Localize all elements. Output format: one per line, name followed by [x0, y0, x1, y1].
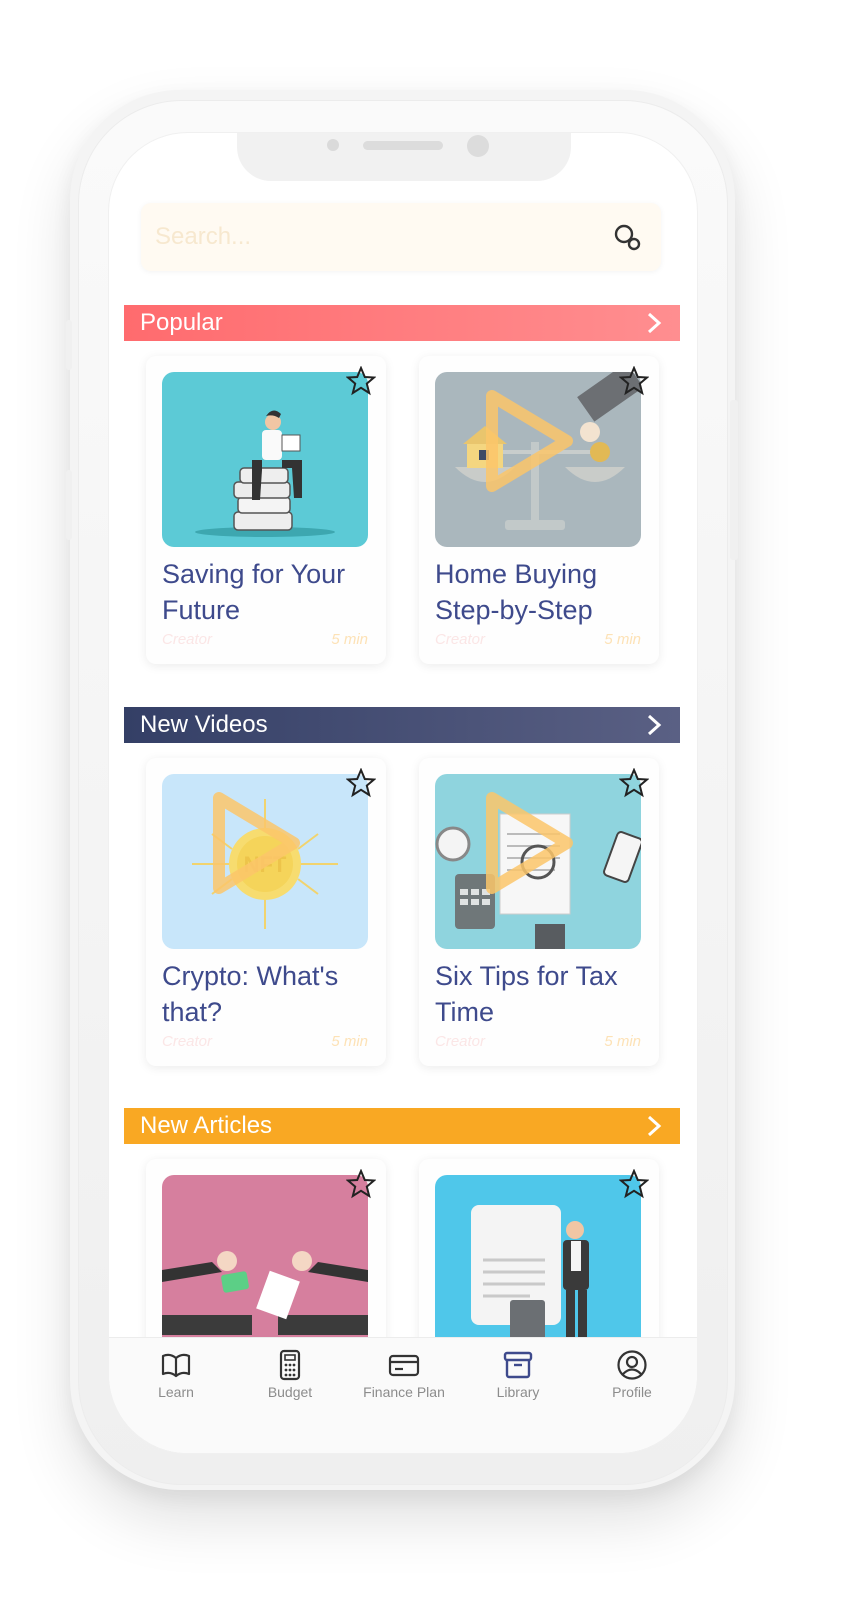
calculator-icon [279, 1349, 301, 1381]
tab-label: Learn [158, 1384, 194, 1400]
card-thumbnail [162, 1175, 368, 1350]
search-input[interactable] [155, 218, 585, 256]
businessman-document-illustration [471, 1205, 589, 1345]
card-exchange-illustration [162, 1251, 368, 1335]
section-title: New Videos [140, 711, 268, 738]
tab-label: Library [496, 1384, 540, 1400]
tab-label: Budget [267, 1384, 313, 1400]
play-icon[interactable] [194, 788, 304, 898]
star-icon[interactable] [619, 768, 649, 798]
section-header-new-articles[interactable]: New Articles [124, 1108, 680, 1144]
card-title: Six Tips for Tax Time [435, 961, 618, 1027]
play-icon[interactable] [467, 386, 577, 496]
card-title: Saving for Your Future [162, 559, 346, 625]
power-button [730, 400, 738, 560]
front-camera [467, 135, 489, 157]
speaker [363, 141, 443, 150]
section-header-new-videos[interactable]: New Videos [124, 707, 680, 743]
card-thumbnail [435, 1175, 641, 1350]
section-title: Popular [140, 309, 223, 336]
card-title: Home Buying Step-by-Step [435, 559, 598, 625]
tab-label: Profile [612, 1384, 652, 1400]
card-creator: Creator [435, 631, 486, 648]
tab-finance-plan[interactable]: Finance Plan [347, 1338, 461, 1453]
card-thumbnail [162, 372, 368, 547]
user-circle-icon [617, 1350, 647, 1380]
archive-box-icon [503, 1351, 533, 1379]
section-header-popular[interactable]: Popular [124, 305, 680, 341]
content-card[interactable]: Six Tips for Tax Time Creator 5 min [419, 758, 659, 1066]
card-creator: Creator [435, 1033, 486, 1050]
play-icon[interactable] [467, 788, 577, 898]
card-creator: Creator [162, 1033, 213, 1050]
phone-screen: Popular Saving for Your Future Creator 5… [108, 132, 698, 1454]
sensor-dot [327, 139, 339, 151]
bottom-tab-bar: Learn Budget Finance Plan Library Profil… [109, 1337, 697, 1453]
card-duration: 5 min [604, 1033, 641, 1050]
star-icon[interactable] [619, 366, 649, 396]
content-card[interactable]: NFT Crypto: What's that? Creator 5 min [146, 758, 386, 1066]
star-icon[interactable] [346, 366, 376, 396]
card-title: Crypto: What's that? [162, 961, 339, 1027]
section-title: New Articles [140, 1112, 273, 1139]
search-bar [141, 203, 661, 271]
card-duration: 5 min [604, 631, 641, 648]
tab-budget[interactable]: Budget [233, 1338, 347, 1453]
tab-profile[interactable]: Profile [575, 1338, 689, 1453]
content-card[interactable]: Home Buying Step-by-Step Creator 5 min [419, 356, 659, 664]
tab-library[interactable]: Library [461, 1338, 575, 1453]
volume-down-button [66, 470, 72, 540]
book-icon [161, 1353, 191, 1378]
star-icon[interactable] [346, 768, 376, 798]
tab-learn[interactable]: Learn [119, 1338, 233, 1453]
notch [237, 133, 571, 181]
credit-card-icon [388, 1354, 420, 1377]
chevron-right-icon[interactable] [644, 713, 664, 737]
card-duration: 5 min [331, 1033, 368, 1050]
card-creator: Creator [162, 631, 213, 648]
volume-up-button [66, 320, 72, 370]
content-card[interactable]: Saving for Your Future Creator 5 min [146, 356, 386, 664]
star-icon[interactable] [346, 1169, 376, 1199]
reading-man-illustration [195, 410, 335, 537]
search-icon[interactable] [613, 223, 643, 253]
tab-label: Finance Plan [363, 1384, 445, 1400]
card-duration: 5 min [331, 631, 368, 648]
chevron-right-icon[interactable] [644, 311, 664, 335]
chevron-right-icon[interactable] [644, 1114, 664, 1138]
star-icon[interactable] [619, 1169, 649, 1199]
